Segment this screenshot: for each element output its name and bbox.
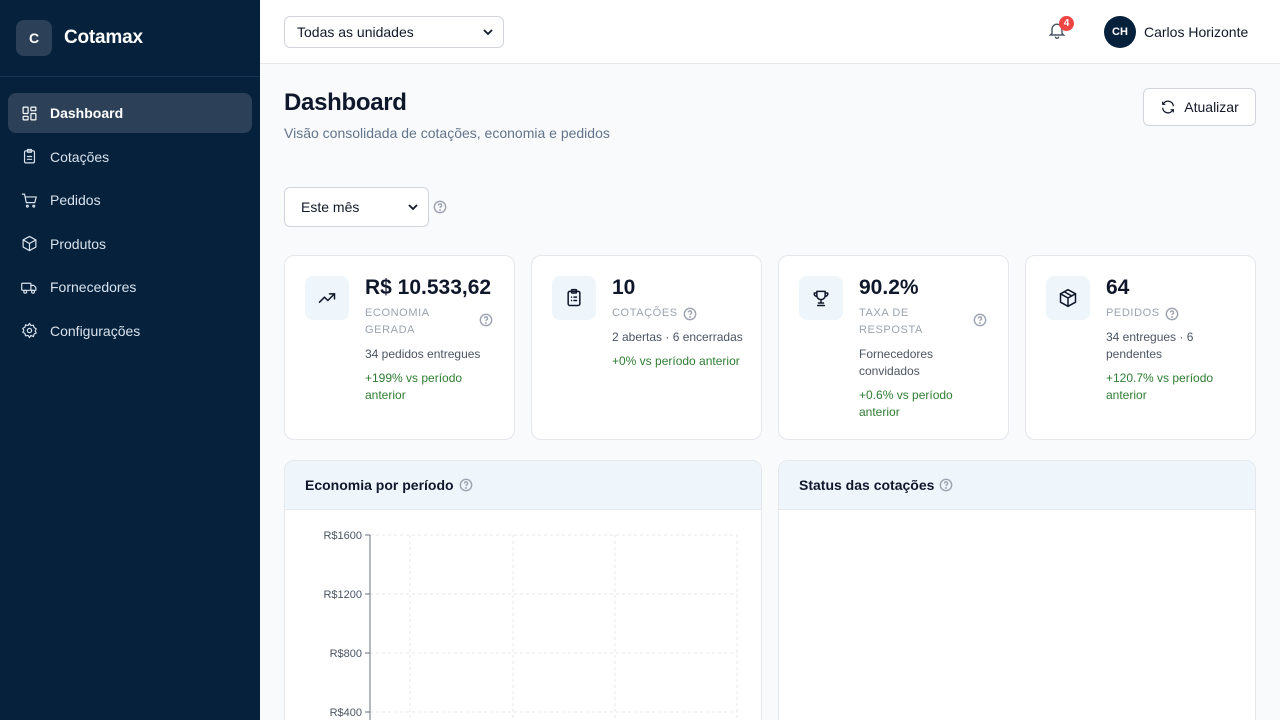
help-icon[interactable] — [939, 478, 953, 492]
truck-icon — [20, 278, 38, 296]
y-tick-label: R$1600 — [323, 530, 362, 542]
help-icon[interactable] — [433, 200, 447, 214]
user-menu[interactable]: CH Carlos Horizonte — [1104, 16, 1248, 48]
y-tick-label: R$800 — [330, 648, 362, 660]
brand-name[interactable]: Cotamax — [64, 27, 143, 49]
sidebar-nav: Dashboard Cotações Pedidos Produtos Forn… — [0, 77, 260, 370]
brand-logo[interactable]: C — [16, 20, 52, 56]
kpi-subtext: 34 pedidos entregues — [365, 347, 481, 361]
user-name: Carlos Horizonte — [1144, 24, 1249, 40]
status-panel: Status das cotações — [778, 460, 1256, 720]
sidebar-item-produtos[interactable]: Produtos — [8, 224, 252, 264]
box-icon — [1046, 276, 1090, 320]
sidebar-item-label: Configurações — [50, 322, 141, 339]
page-title: Dashboard — [284, 89, 407, 116]
kpi-label: TAXA DE RESPOSTA — [859, 307, 923, 336]
notification-badge: 4 — [1059, 16, 1074, 31]
kpi-delta: +0% vs período anterior — [612, 354, 740, 368]
main-content: Dashboard Visão consolidada de cotações,… — [260, 64, 1280, 720]
y-tick-label: R$400 — [330, 707, 362, 719]
refresh-label: Atualizar — [1184, 99, 1239, 115]
page-subtitle: Visão consolidada de cotações, economia … — [284, 125, 610, 141]
clipboard-icon — [20, 148, 38, 166]
sidebar-item-fornecedores[interactable]: Fornecedores — [8, 267, 252, 307]
dashboard-icon — [20, 104, 38, 122]
sidebar-item-label: Cotações — [50, 148, 110, 165]
box-icon — [20, 235, 38, 253]
kpi-delta: +0.6% vs período anterior — [859, 388, 953, 419]
savings-chart-panel: Economia por período R$1600 R$1200 R$800 R$… — [284, 460, 762, 720]
sidebar-item-cotacoes[interactable]: Cotações — [8, 137, 252, 177]
avatar: CH — [1104, 16, 1136, 48]
sidebar-item-pedidos[interactable]: Pedidos — [8, 180, 252, 220]
help-icon[interactable] — [973, 313, 987, 327]
panel-header: Status das cotações — [779, 461, 1255, 510]
notifications-button[interactable]: 4 — [1047, 16, 1074, 42]
kpi-subtext: 2 abertas · 6 encerradas — [612, 330, 743, 344]
kpi-value: 10 — [612, 276, 636, 299]
kpi-card-economia: R$ 10.533,62 ECONOMIA GERADA 34 pedidos … — [284, 255, 515, 440]
period-select[interactable]: Este mês — [284, 187, 429, 227]
savings-chart: R$1600 R$1200 R$800 R$400 — [323, 530, 738, 720]
sidebar-item-label: Dashboard — [50, 105, 124, 121]
help-icon[interactable] — [683, 307, 697, 321]
kpi-delta: +199% vs período anterior — [365, 371, 463, 402]
kpi-value: 64 — [1106, 276, 1130, 299]
kpi-value: R$ 10.533,62 — [365, 276, 492, 299]
refresh-icon — [1162, 100, 1175, 114]
chevron-down-icon — [408, 204, 418, 211]
kpi-card-taxa-resposta: 90.2% TAXA DE RESPOSTA Fornecedores conv… — [778, 255, 1009, 440]
help-icon[interactable] — [1165, 307, 1179, 321]
sidebar-item-dashboard[interactable]: Dashboard — [8, 93, 252, 133]
kpi-label: COTAÇÕES — [612, 307, 678, 319]
topbar: Todas as unidades 4 CH Carlos Horizonte — [260, 0, 1280, 64]
trophy-icon — [799, 276, 843, 320]
kpi-value: 90.2% — [859, 276, 919, 299]
sidebar: C Cotamax Dashboard Cotações Pedidos Pro… — [0, 0, 260, 720]
kpi-subtext: 34 entregues · 6 pendentes — [1106, 330, 1194, 361]
kpi-delta: +120.7% vs período anterior — [1106, 371, 1214, 402]
kpi-label: ECONOMIA GERADA — [365, 307, 430, 336]
period-select-value: Este mês — [301, 199, 360, 215]
panel-title: Economia por período — [305, 477, 454, 493]
help-icon[interactable] — [459, 478, 473, 492]
brand: C Cotamax — [0, 0, 260, 77]
kpi-card-pedidos: 64 PEDIDOS 34 entregues · 6 pendentes +1… — [1025, 255, 1256, 440]
chevron-down-icon — [483, 29, 493, 36]
clipboard-list-icon — [552, 276, 596, 320]
sidebar-item-label: Fornecedores — [50, 279, 137, 295]
panel-header: Economia por período — [285, 461, 761, 510]
y-tick-label: R$1200 — [323, 589, 362, 601]
sidebar-item-label: Pedidos — [50, 192, 101, 208]
sidebar-item-label: Produtos — [50, 235, 107, 252]
kpi-card-cotacoes: 10 COTAÇÕES 2 abertas · 6 encerradas +0%… — [531, 255, 762, 440]
unit-select-value: Todas as unidades — [297, 24, 414, 40]
kpi-subtext: Fornecedores convidados — [859, 347, 934, 378]
kpi-label: PEDIDOS — [1106, 307, 1160, 319]
unit-select[interactable]: Todas as unidades — [284, 16, 504, 48]
gear-icon — [20, 322, 38, 340]
panel-title: Status das cotações — [799, 477, 935, 493]
help-icon[interactable] — [479, 313, 493, 327]
refresh-button[interactable]: Atualizar — [1143, 88, 1256, 126]
sidebar-item-configuracoes[interactable]: Configurações — [8, 311, 252, 351]
cart-icon — [20, 191, 38, 209]
trending-up-icon — [305, 276, 349, 320]
